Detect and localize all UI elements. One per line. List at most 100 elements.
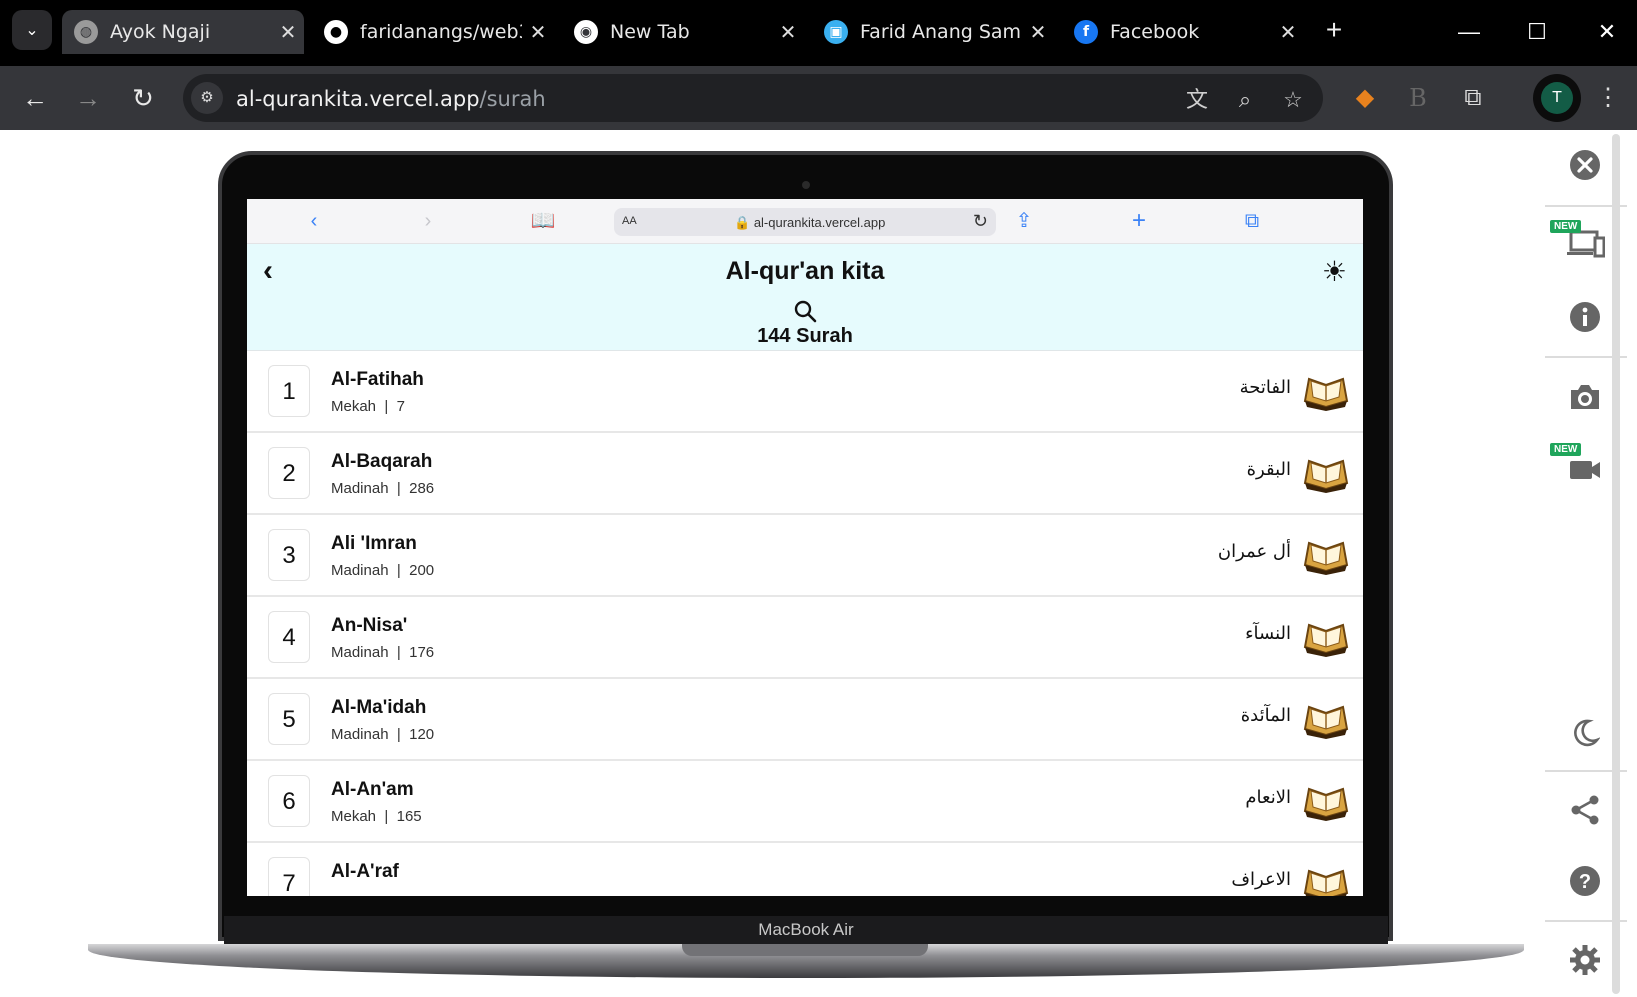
surah-arabic: الانعام bbox=[1245, 787, 1291, 808]
surah-list: 1 Al-Fatihah Mekah | 7 الفاتحة 2 Al-Baqa… bbox=[247, 351, 1363, 896]
surah-number: 7 bbox=[268, 857, 310, 896]
text-size-button[interactable]: AA bbox=[622, 215, 637, 227]
svg-text:?: ? bbox=[1579, 871, 1591, 893]
tab-title: Farid Anang Samu bbox=[860, 21, 1022, 43]
extensions-puzzle-icon[interactable]: ⧉ bbox=[1455, 80, 1491, 116]
share-icon[interactable] bbox=[1560, 785, 1610, 835]
share-icon[interactable]: ⇪ bbox=[1009, 207, 1039, 235]
tab-farid[interactable]: ▣ Farid Anang Samu ✕ bbox=[812, 10, 1054, 54]
gear-icon[interactable] bbox=[1560, 935, 1610, 985]
surah-row[interactable]: 2 Al-Baqarah Madinah | 286 البقرة bbox=[247, 433, 1363, 515]
tabs-overview-icon[interactable]: ⧉ bbox=[1237, 207, 1267, 235]
surah-place: Mekah bbox=[331, 808, 377, 825]
surah-row[interactable]: 5 Al-Ma'idah Madinah | 120 المآئدة bbox=[247, 679, 1363, 761]
surah-place: Mekah bbox=[331, 398, 377, 415]
tab-ayok-ngaji[interactable]: ◍ Ayok Ngaji ✕ bbox=[62, 10, 304, 54]
quran-book-icon bbox=[1303, 705, 1349, 739]
quran-book-icon bbox=[1303, 459, 1349, 493]
bookmarks-book-icon[interactable]: 📖 bbox=[528, 207, 558, 235]
new-tab-button[interactable]: + bbox=[1316, 14, 1352, 50]
surah-row[interactable]: 7 Al-A'raf الاعراف bbox=[247, 843, 1363, 896]
surah-verses: 120 bbox=[409, 726, 435, 743]
surah-verses: 176 bbox=[409, 644, 435, 661]
translate-icon[interactable]: 文 bbox=[1183, 86, 1211, 114]
safari-reload-icon[interactable]: ↻ bbox=[973, 211, 988, 232]
close-icon[interactable] bbox=[1560, 140, 1610, 190]
address-bar[interactable]: ⚙ al-qurankita.vercel.app/surah 文 ⌕ ☆ bbox=[183, 74, 1323, 122]
site-info-icon[interactable]: ⚙ bbox=[191, 82, 223, 114]
close-icon[interactable]: ✕ bbox=[1022, 20, 1054, 44]
bookmark-star-icon[interactable]: ☆ bbox=[1279, 86, 1307, 114]
safari-forward-icon[interactable]: › bbox=[413, 207, 443, 235]
tab-new-tab[interactable]: ◉ New Tab ✕ bbox=[562, 10, 804, 54]
surah-verses: 7 bbox=[396, 398, 405, 415]
surah-meta: Madinah | 200 bbox=[331, 562, 435, 579]
surah-number: 1 bbox=[268, 365, 310, 417]
moon-icon[interactable] bbox=[1560, 708, 1610, 758]
page-title: Al-qur'an kita bbox=[725, 257, 885, 285]
globe-icon: ◍ bbox=[74, 20, 98, 44]
quran-book-icon bbox=[1303, 377, 1349, 411]
tab-search-button[interactable]: ⌄ bbox=[12, 10, 52, 50]
surah-row[interactable]: 6 Al-An'am Mekah | 165 الانعام bbox=[247, 761, 1363, 843]
surah-count: 144 Surah bbox=[757, 325, 853, 347]
profile-initial: T bbox=[1541, 82, 1573, 114]
surah-arabic: البقرة bbox=[1246, 459, 1291, 480]
sun-icon[interactable]: ☀ bbox=[1322, 255, 1347, 288]
metamask-icon[interactable]: ◆ bbox=[1347, 80, 1383, 116]
tab-title: New Tab bbox=[610, 21, 690, 43]
safari-new-tab-icon[interactable]: + bbox=[1124, 207, 1154, 235]
safari-back-icon[interactable]: ‹ bbox=[299, 207, 329, 235]
close-icon[interactable]: ✕ bbox=[272, 20, 304, 44]
safari-address-bar[interactable]: AA 🔒 al-qurankita.vercel.app ↻ bbox=[614, 208, 996, 236]
surah-name: Al-An'am bbox=[331, 779, 414, 800]
camera-icon[interactable] bbox=[1560, 372, 1610, 422]
surah-number: 3 bbox=[268, 529, 310, 581]
tab-title: faridanangs/web3 bbox=[360, 21, 522, 43]
surah-row[interactable]: 4 An-Nisa' Madinah | 176 النسآء bbox=[247, 597, 1363, 679]
forward-arrow-icon[interactable]: → bbox=[70, 80, 106, 116]
tab-facebook[interactable]: f Facebook ✕ bbox=[1062, 10, 1304, 54]
back-arrow-icon[interactable]: ← bbox=[17, 80, 53, 116]
surah-row[interactable]: 3 Ali 'Imran Madinah | 200 أل عمران bbox=[247, 515, 1363, 597]
surah-arabic: الفاتحة bbox=[1239, 377, 1291, 398]
minimize-button[interactable]: — bbox=[1446, 12, 1492, 52]
maximize-button[interactable]: ☐ bbox=[1514, 12, 1560, 52]
surah-number: 2 bbox=[268, 447, 310, 499]
tab-github[interactable]: ● faridanangs/web3 ✕ bbox=[312, 10, 554, 54]
surah-number: 6 bbox=[268, 775, 310, 827]
surah-name: Al-Ma'idah bbox=[331, 697, 427, 718]
surah-meta: Mekah | 165 bbox=[331, 808, 422, 825]
safari-toolbar: ‹ › 📖 AA 🔒 al-qurankita.vercel.app ↻ ⇪ +… bbox=[247, 199, 1363, 244]
extension-b-icon[interactable]: B bbox=[1400, 80, 1436, 116]
laptop-notch bbox=[682, 944, 928, 956]
reload-icon[interactable]: ↻ bbox=[125, 80, 161, 116]
profile-avatar[interactable]: T bbox=[1533, 74, 1581, 122]
close-icon[interactable]: ✕ bbox=[522, 20, 554, 44]
more-menu-icon[interactable]: ⋮ bbox=[1590, 80, 1626, 116]
zoom-icon[interactable]: ⌕ bbox=[1231, 86, 1259, 114]
url-text[interactable]: al-qurankita.vercel.app/surah bbox=[236, 87, 546, 111]
new-badge: NEW bbox=[1550, 443, 1582, 456]
camera-dot bbox=[802, 181, 810, 189]
window-close-button[interactable]: ✕ bbox=[1584, 12, 1630, 52]
browser-toolbar: ← → ↻ ⚙ al-qurankita.vercel.app/surah 文 … bbox=[0, 66, 1637, 130]
info-icon[interactable] bbox=[1560, 292, 1610, 342]
surah-place: Madinah bbox=[331, 726, 389, 743]
quran-book-icon bbox=[1303, 541, 1349, 575]
page-content: MacBook Air ‹ › 📖 AA 🔒 al-qurankita.verc… bbox=[0, 130, 1637, 997]
close-icon[interactable]: ✕ bbox=[772, 20, 804, 44]
github-icon: ● bbox=[324, 20, 348, 44]
surah-name: An-Nisa' bbox=[331, 615, 408, 636]
chrome-icon: ◉ bbox=[574, 20, 598, 44]
quran-book-icon bbox=[1303, 869, 1349, 896]
close-icon[interactable]: ✕ bbox=[1272, 20, 1304, 44]
search-icon[interactable] bbox=[792, 298, 818, 324]
page-scrollbar[interactable] bbox=[1612, 134, 1620, 994]
surah-row[interactable]: 1 Al-Fatihah Mekah | 7 الفاتحة bbox=[247, 351, 1363, 433]
surah-name: Al-Baqarah bbox=[331, 451, 433, 472]
help-icon[interactable]: ? bbox=[1560, 856, 1610, 906]
surah-meta: Mekah | 7 bbox=[331, 398, 405, 415]
safari-domain-text: al-qurankita.vercel.app bbox=[753, 215, 886, 230]
surah-name: Ali 'Imran bbox=[331, 533, 417, 554]
